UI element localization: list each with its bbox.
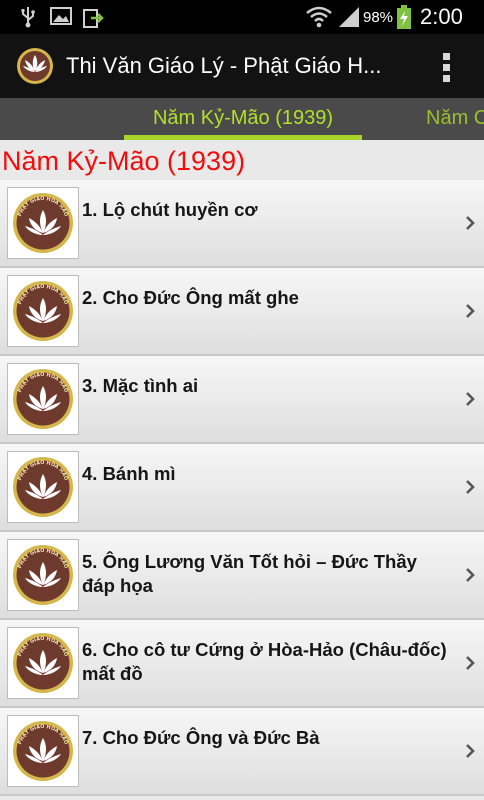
list-item[interactable]: PHẬT GIÁO HÒA HẢO 7. Cho Đức Ông và Đức … xyxy=(0,708,484,796)
chevron-right-icon xyxy=(466,216,475,230)
list-item[interactable]: PHẬT GIÁO HÒA HẢO 5. Ông Lương Văn Tốt h… xyxy=(0,532,484,620)
action-bar: Thi Văn Giáo Lý - Phật Giáo H... xyxy=(0,34,484,98)
item-title: 1. Lộ chút huyền cơ xyxy=(82,199,258,220)
battery-percent: 98% xyxy=(363,9,394,26)
lotus-logo-icon: PHẬT GIÁO HÒA HẢO xyxy=(7,451,79,523)
item-title: 6. Cho cô tư Cứng ở Hòa-Hảo (Châu-đốc) m… xyxy=(82,639,447,684)
lotus-logo-icon: PHẬT GIÁO HÒA HẢO xyxy=(7,187,79,259)
wifi-icon xyxy=(306,6,332,28)
lotus-logo-icon: PHẬT GIÁO HÒA HẢO xyxy=(7,539,79,611)
app-title: Thi Văn Giáo Lý - Phật Giáo H... xyxy=(66,53,382,78)
signal-icon xyxy=(339,7,359,27)
app-logo-icon[interactable] xyxy=(16,47,54,85)
usb-icon xyxy=(21,7,35,28)
lotus-logo-icon: PHẬT GIÁO HÒA HẢO xyxy=(7,627,79,699)
list-item[interactable]: PHẬT GIÁO HÒA HẢO 1. Lộ chút huyền cơ xyxy=(0,180,484,268)
item-title: 7. Cho Đức Ông và Đức Bà xyxy=(82,727,320,748)
list-item[interactable]: PHẬT GIÁO HÒA HẢO 6. Cho cô tư Cứng ở Hò… xyxy=(0,620,484,708)
overflow-menu-icon[interactable] xyxy=(434,50,460,84)
tab-next[interactable]: Năm C xyxy=(426,107,484,130)
tab-1939[interactable]: Năm Kỷ-Mão (1939) xyxy=(124,98,362,140)
chevron-right-icon xyxy=(466,744,475,758)
list-item[interactable]: PHẬT GIÁO HÒA HẢO 4. Bánh mì xyxy=(0,444,484,532)
lotus-logo-icon: PHẬT GIÁO HÒA HẢO xyxy=(7,275,79,347)
tab-label: Năm Kỷ-Mão (1939) xyxy=(152,107,334,129)
tab-strip: Năm Kỷ-Mão (1939) Năm C xyxy=(0,98,484,140)
status-bar: 98% 2:00 xyxy=(0,0,484,34)
chevron-right-icon xyxy=(466,392,475,406)
image-notification-icon xyxy=(50,7,72,25)
download-notification-icon xyxy=(83,9,104,28)
item-title: 3. Mặc tình ai xyxy=(82,375,199,396)
chevron-right-icon xyxy=(466,304,475,318)
chevron-right-icon xyxy=(466,656,475,670)
item-title: 2. Cho Đức Ông mất ghe xyxy=(82,287,299,308)
item-title: 4. Bánh mì xyxy=(82,463,176,484)
tab-indicator xyxy=(124,135,362,140)
list-item[interactable]: PHẬT GIÁO HÒA HẢO 3. Mặc tình ai xyxy=(0,356,484,444)
lotus-logo-icon: PHẬT GIÁO HÒA HẢO xyxy=(7,715,79,787)
item-title: 5. Ông Lương Văn Tốt hỏi – Đức Thầy đáp … xyxy=(82,551,417,596)
battery-charging-icon xyxy=(397,5,411,29)
list-item[interactable]: PHẬT GIÁO HÒA HẢO 2. Cho Đức Ông mất ghe xyxy=(0,268,484,356)
clock: 2:00 xyxy=(420,4,463,29)
chevron-right-icon xyxy=(466,480,475,494)
section-heading: Năm Kỷ-Mão (1939) xyxy=(2,146,246,176)
chevron-right-icon xyxy=(466,568,475,582)
lotus-logo-icon: PHẬT GIÁO HÒA HẢO xyxy=(7,363,79,435)
